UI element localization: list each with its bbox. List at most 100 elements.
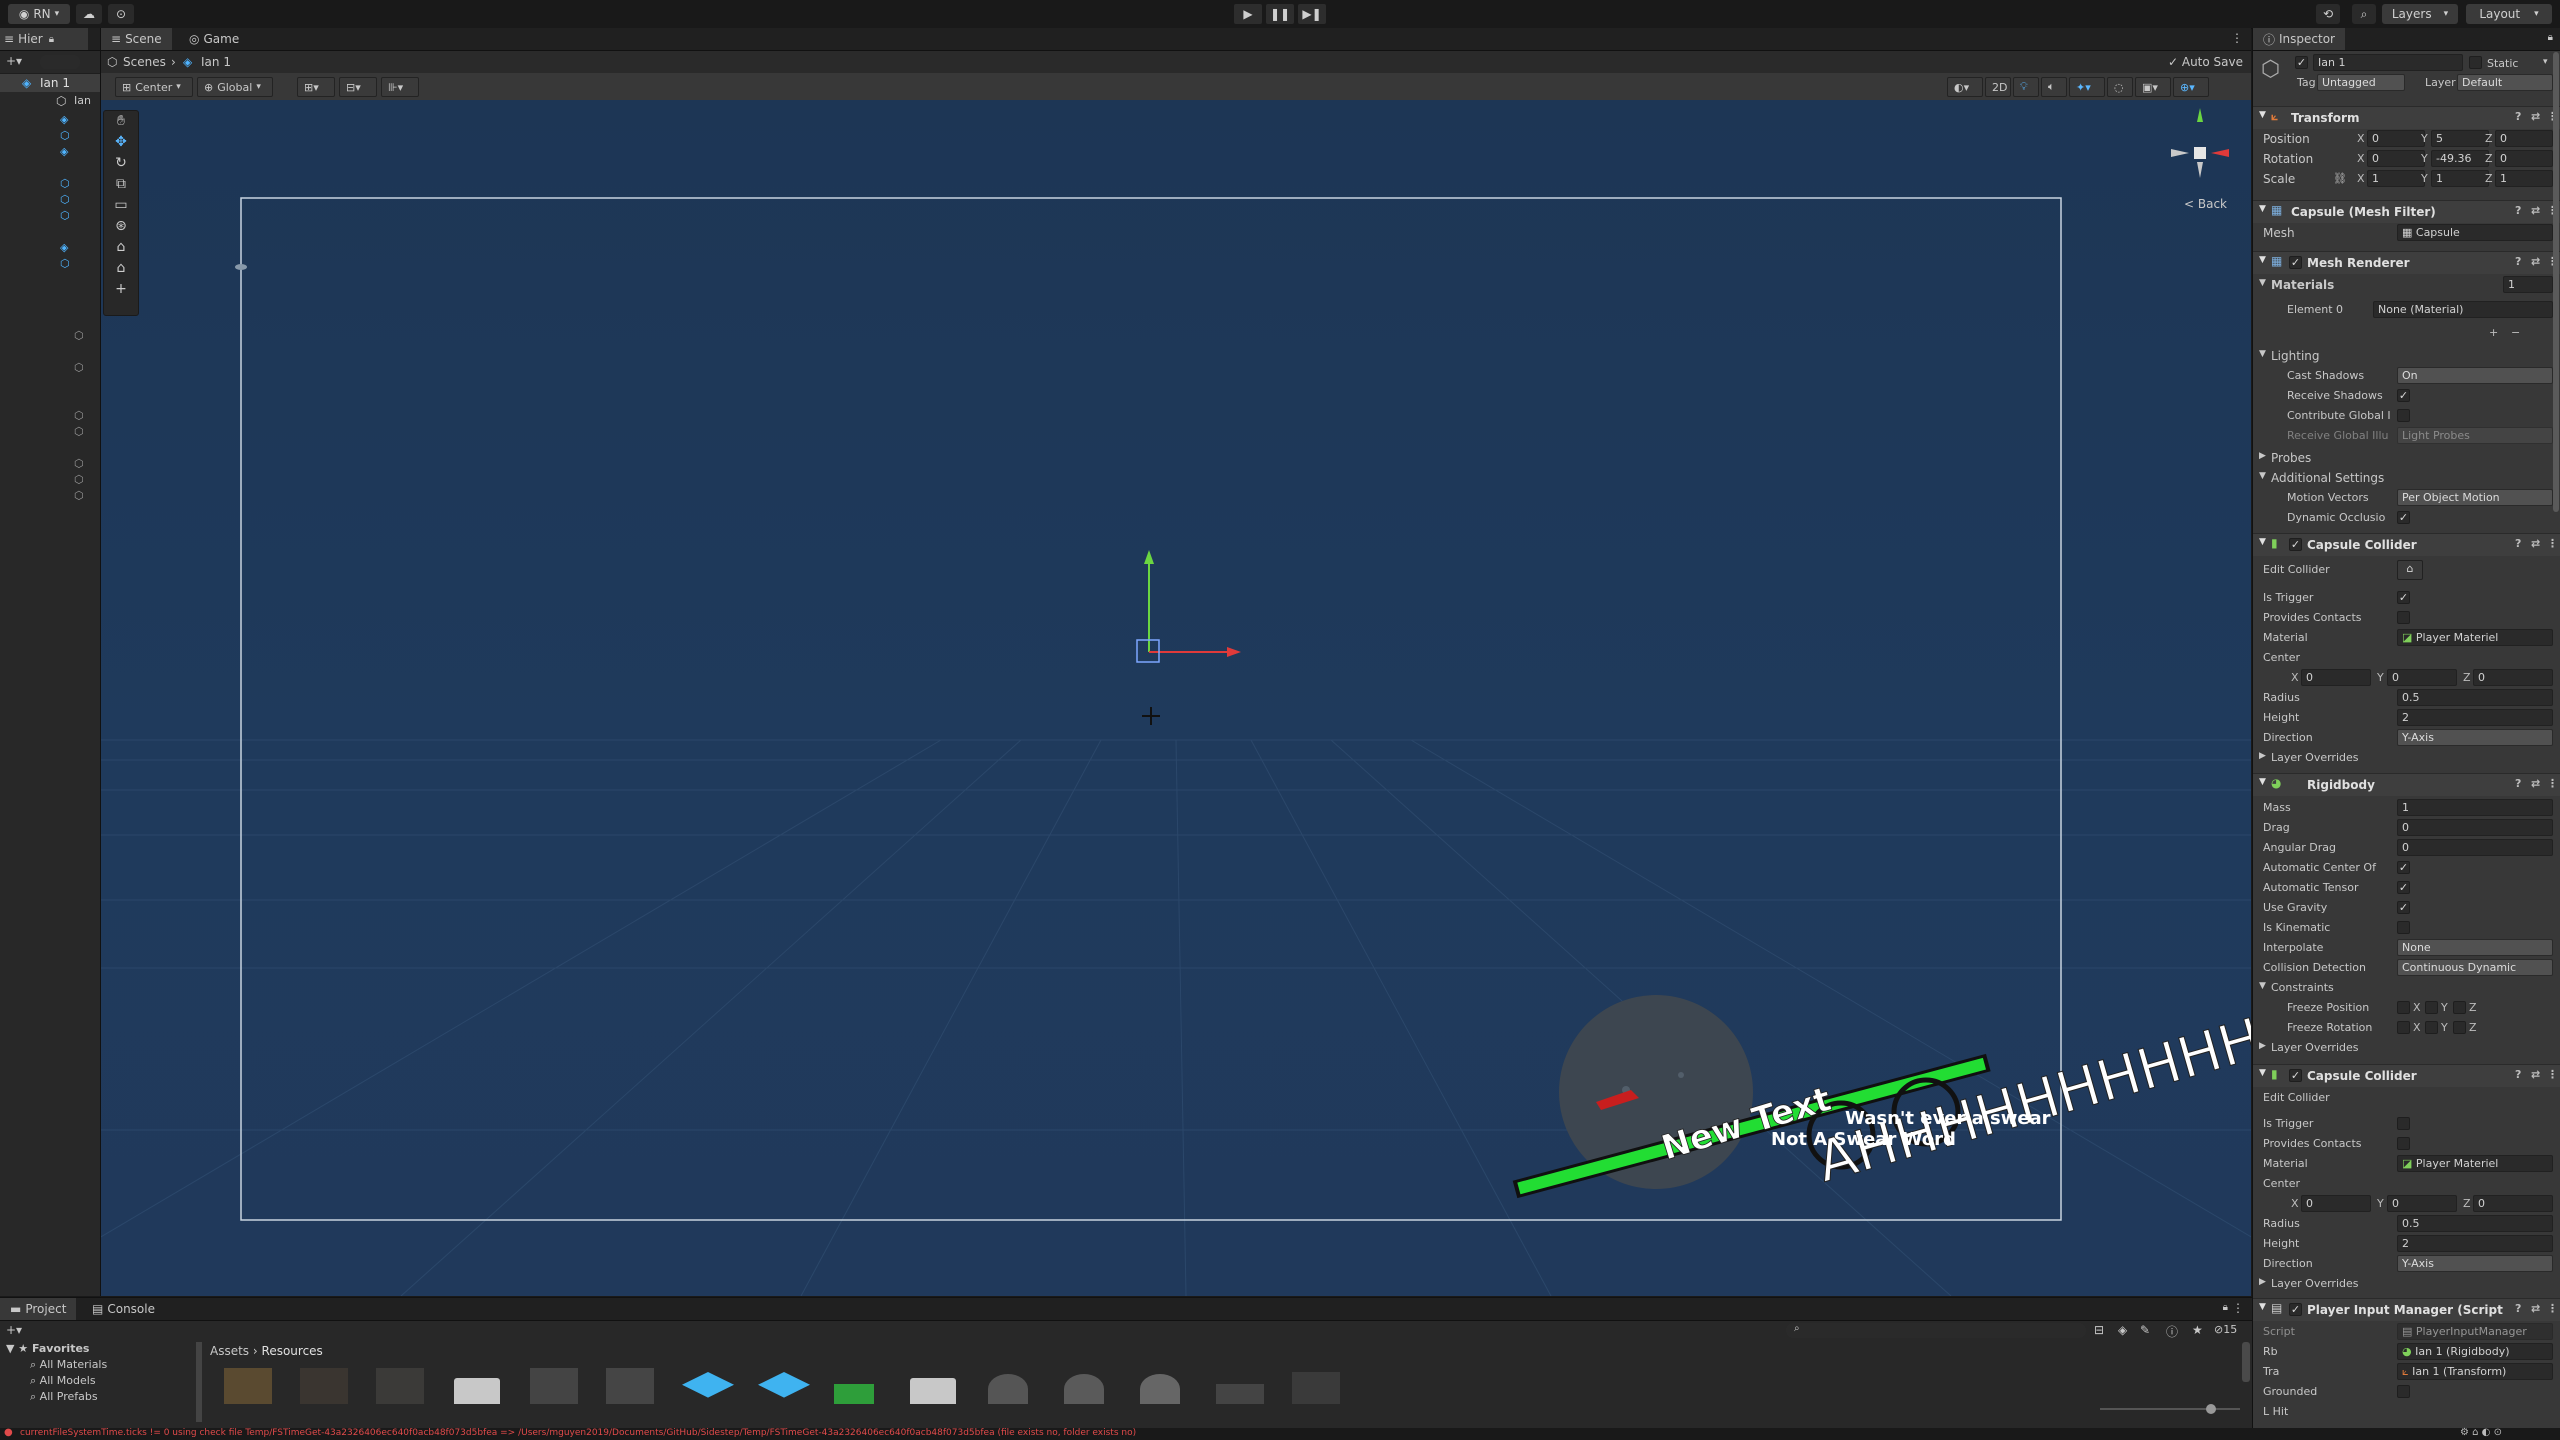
scale-z-input[interactable]: 1 [2495,170,2553,187]
prefab-icon[interactable] [758,1372,810,1398]
radius-2-input[interactable]: 0.5 [2397,1215,2553,1232]
mesh-filter-header[interactable]: ▼ ▦ Capsule (Mesh Filter) ?⇄⋮ [2253,200,2560,223]
draw-mode-button[interactable]: ◐▾ [1947,77,1983,97]
zoom-slider-handle[interactable] [2206,1404,2216,1414]
asset-thumbnail[interactable] [1216,1384,1264,1404]
lighting-toggle-icon[interactable]: 💡︎ [2013,77,2039,97]
is-trigger-2-checkbox[interactable] [2397,1117,2410,1130]
mesh-renderer-enabled-checkbox[interactable]: ✓ [2289,256,2302,269]
rigidbody-header[interactable]: ▼ ◕ Rigidbody ? ⇄ ⋮ [2253,773,2560,796]
receive-shadows-checkbox[interactable]: ✓ [2397,389,2410,402]
collider-2-enabled-checkbox[interactable]: ✓ [2289,1069,2302,1082]
folder-icon[interactable] [454,1378,500,1404]
add-icon[interactable]: + [2489,326,2498,339]
asset-thumbnail[interactable] [530,1368,578,1404]
rb-field[interactable]: ◕ Ian 1 (Rigidbody) [2397,1343,2553,1360]
tab-project[interactable]: ▬ Project [0,1298,77,1320]
filter-by-label-icon[interactable]: ◈ [2118,1323,2127,1337]
gizmos-toggle-icon[interactable]: ⊕▾ [2173,77,2209,97]
collision-detection-dropdown[interactable]: Continuous Dynamic [2397,959,2553,976]
freeze-pos-y-checkbox[interactable] [2425,1001,2438,1014]
more-options-icon[interactable]: ⋮ [2232,1301,2244,1315]
camera-settings-icon[interactable]: ▣▾ [2135,77,2171,97]
link-icon[interactable]: ⛓ [2333,172,2347,185]
scale-x-input[interactable]: 1 [2367,170,2425,187]
center-2-y-input[interactable]: 0 [2387,1195,2457,1212]
contribute-gi-checkbox[interactable] [2397,409,2410,422]
hand-tool-icon[interactable]: ✋︎ [104,111,138,132]
drag-input[interactable]: 0 [2397,819,2553,836]
effects-toggle-icon[interactable]: ✦▾ [2069,77,2105,97]
player-input-manager-header[interactable]: ▼ ▤ ✓ Player Input Manager (Script ? ⇄ ⋮ [2253,1298,2560,1321]
status-icons[interactable]: ⚙ ⌂ ◐ ⊙ [2460,1427,2502,1438]
chevron-down-icon[interactable]: ▾ [2543,57,2548,67]
cast-shadows-dropdown[interactable]: On [2397,367,2553,384]
tab-hierarchy[interactable]: ≡ Hier 🔒︎ [0,28,88,50]
tag-dropdown[interactable]: Untagged [2317,74,2405,91]
history-icon[interactable]: ⟲ [2316,4,2340,24]
height-input[interactable]: 2 [2397,709,2553,726]
star-icon[interactable]: ★ [2192,1323,2203,1337]
breadcrumb-resources[interactable]: Resources [262,1344,323,1358]
position-x-input[interactable]: 0 [2367,130,2425,147]
material-icon[interactable] [988,1374,1028,1404]
layer-dropdown[interactable]: Default [2457,74,2553,91]
layer-overrides-foldout[interactable]: ▶ Layer Overrides [2253,748,2560,768]
breadcrumb-assets[interactable]: Assets [210,1344,249,1358]
material-icon[interactable] [1064,1374,1104,1404]
motion-vectors-dropdown[interactable]: Per Object Motion [2397,489,2553,506]
project-search-input[interactable] [1786,1323,2086,1338]
scene-viewport[interactable]: < Back New Text AHHHHHHHHHH Wasn't ever … [101,100,2251,1296]
active-checkbox[interactable]: ✓ [2295,56,2308,69]
angular-drag-input[interactable]: 0 [2397,839,2553,856]
asset-thumbnail[interactable] [1292,1372,1340,1404]
asset-thumbnail[interactable] [224,1368,272,1404]
asset-thumbnail[interactable] [834,1384,874,1404]
rotation-x-input[interactable]: 0 [2367,150,2425,167]
scale-tool-icon[interactable]: ⧉ [104,174,138,195]
layer-overrides-2-foldout[interactable]: ▶ Layer Overrides [2253,1274,2560,1294]
add-icon[interactable]: +▾ [6,54,22,68]
help-icon[interactable]: ? [2515,110,2521,123]
rotation-y-input[interactable]: -49.36 [2431,150,2489,167]
interpolate-dropdown[interactable]: None [2397,939,2553,956]
grounded-checkbox[interactable] [2397,1385,2410,1398]
center-2-x-input[interactable]: 0 [2301,1195,2371,1212]
pim-enabled-checkbox[interactable]: ✓ [2289,1303,2302,1316]
pause-button[interactable]: ❚❚ [1266,4,1294,24]
mesh-field[interactable]: ▦ Capsule [2397,224,2553,241]
transform-header[interactable]: ▼ ⟀ Transform ? ⇄ ⋮ [2253,106,2560,129]
object-name-input[interactable]: Ian 1 [2313,54,2463,71]
preset-icon[interactable]: ⇄ [2531,110,2540,123]
favorites-header[interactable]: ▼ ★ Favorites [6,1342,89,1355]
capsule-collider-header[interactable]: ▼ ▮ ✓ Capsule Collider ? ⇄ ⋮ [2253,533,2560,556]
filter-by-type-icon[interactable]: ⊟ [2094,1323,2104,1337]
favorites-scrollbar[interactable] [196,1342,202,1422]
collider-tool-icon[interactable]: ⌂ [104,258,138,279]
materials-count-input[interactable]: 1 [2503,276,2553,293]
collider-enabled-checkbox[interactable]: ✓ [2289,538,2302,551]
play-button[interactable]: ▶ [1234,4,1262,24]
asset-thumbnail[interactable] [606,1368,654,1404]
move-tool-icon[interactable]: ✥ [104,132,138,153]
visibility-toggle-icon[interactable]: ◌ [2107,77,2133,97]
lighting-foldout[interactable]: ▼ Lighting [2253,346,2560,366]
align-button[interactable]: ⊪▾ [381,77,419,97]
hierarchy-row-ian[interactable]: ⬡ Ian [0,94,100,110]
toggle-2d-button[interactable]: 2D [1985,77,2011,97]
mesh-renderer-header[interactable]: ▼ ▦ ✓ Mesh Renderer ?⇄⋮ [2253,251,2560,274]
rb-layer-overrides-foldout[interactable]: ▶ Layer Overrides [2253,1038,2560,1058]
constraints-foldout[interactable]: ▼ Constraints [2253,978,2560,998]
fav-all-models[interactable]: ⌕ All Models [30,1374,96,1388]
collider-2-material-field[interactable]: ◪ Player Materiel [2397,1155,2553,1172]
status-message[interactable]: currentFileSystemTime.ticks != 0 using c… [20,1428,1136,1438]
freeze-pos-x-checkbox[interactable] [2397,1001,2410,1014]
custom-tool-icon[interactable]: ⌂ [104,237,138,258]
account-dropdown[interactable]: ◉ RN ▾ [8,4,70,24]
add-tool-icon[interactable]: + [104,279,138,300]
breadcrumb-scene[interactable]: Ian 1 [201,55,231,69]
auto-save-toggle[interactable]: ✓ Auto Save [2168,55,2243,69]
lock-icon[interactable]: 🔒︎ [2548,32,2553,43]
rotation-z-input[interactable]: 0 [2495,150,2553,167]
center-2-z-input[interactable]: 0 [2473,1195,2553,1212]
